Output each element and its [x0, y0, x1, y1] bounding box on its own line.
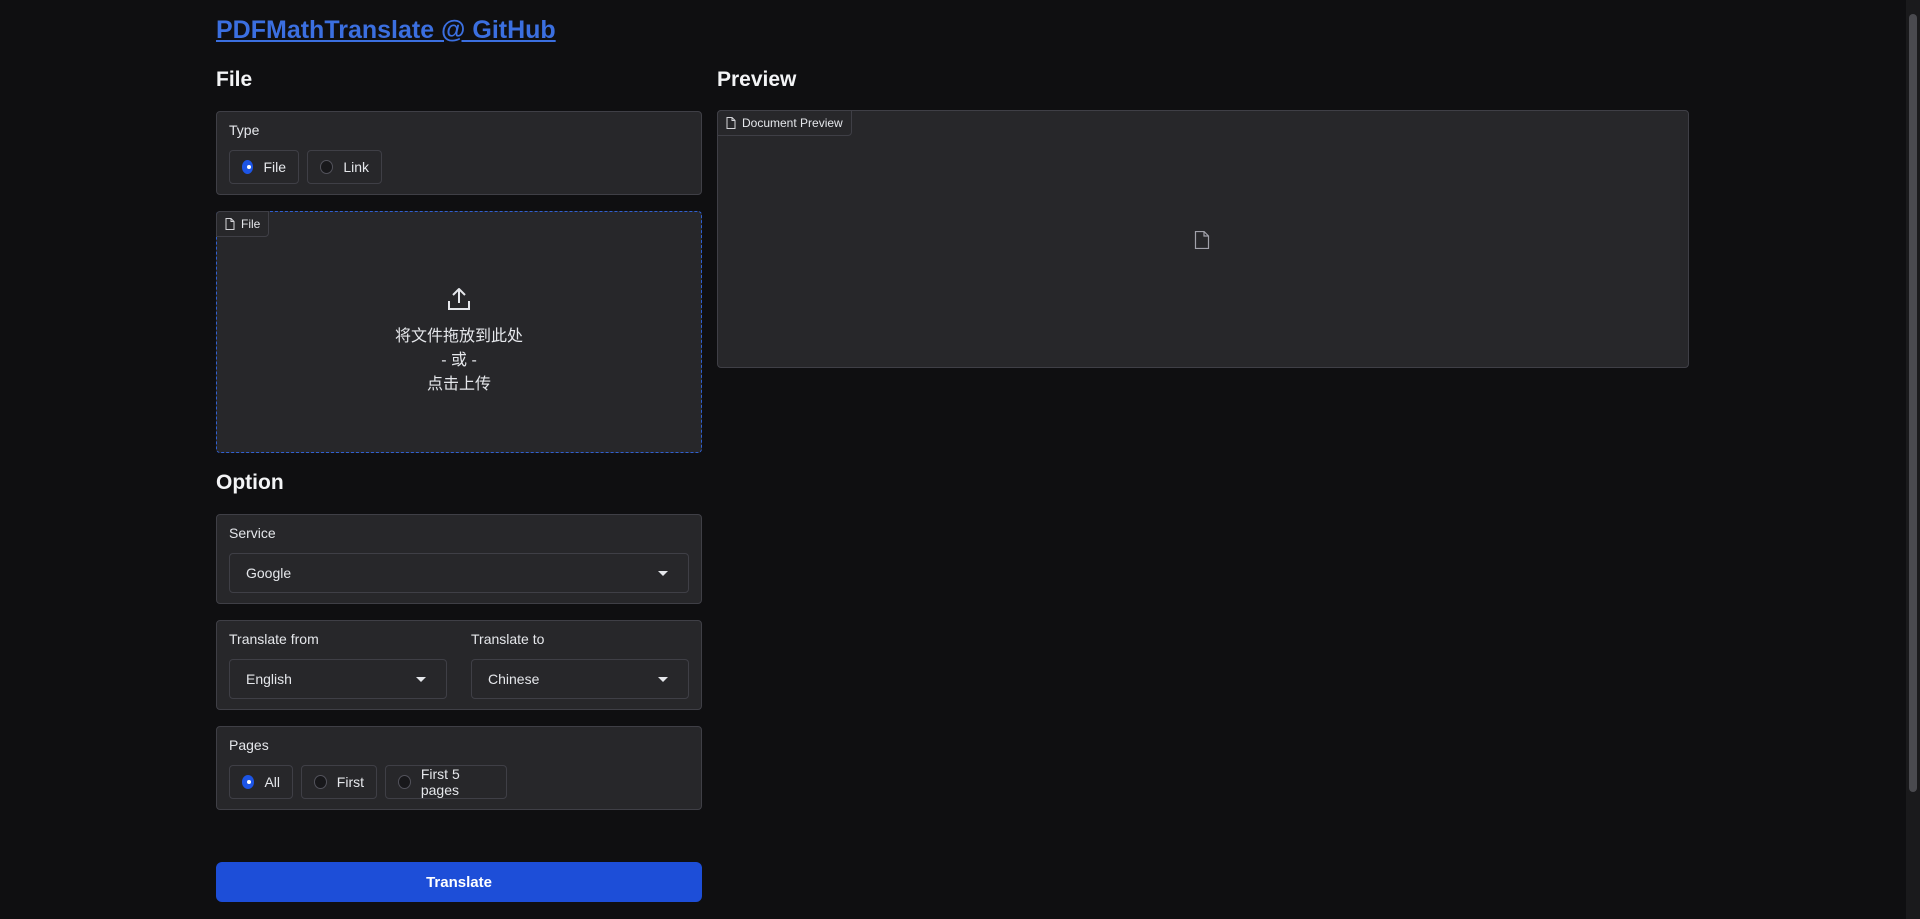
option-section-title: Option [216, 471, 284, 494]
pages-panel: Pages All First First 5 pages [216, 726, 702, 810]
type-radio-file[interactable]: File [229, 150, 299, 184]
file-icon [225, 218, 235, 230]
file-upload-tag-label: File [241, 217, 261, 231]
type-label: Type [229, 122, 260, 138]
type-panel: Type File Link [216, 111, 702, 195]
preview-section-title: Preview [717, 68, 797, 91]
caret-down-icon [658, 571, 668, 576]
page-scrollbar[interactable] [1906, 0, 1920, 919]
file-upload-tag: File [216, 211, 270, 237]
upload-icon [448, 288, 470, 310]
translate-button[interactable]: Translate [216, 862, 702, 902]
pages-radio-first-5[interactable]: First 5 pages [385, 765, 507, 799]
radio-checked-icon [242, 160, 254, 174]
pages-radio-first[interactable]: First [301, 765, 377, 799]
language-panel: Translate from Translate to English Chin… [216, 620, 702, 710]
pages-label: Pages [229, 737, 269, 753]
type-radio-file-label: File [263, 159, 286, 175]
scrollbar-thumb[interactable] [1909, 14, 1917, 792]
pages-radio-all[interactable]: All [229, 765, 293, 799]
radio-unchecked-icon [314, 775, 327, 789]
document-preview-panel: Document Preview [717, 110, 1689, 368]
github-title-link[interactable]: PDFMathTranslate @ GitHub [216, 16, 556, 45]
file-icon [726, 117, 736, 129]
radio-unchecked-icon [320, 160, 334, 174]
radio-checked-icon [242, 775, 255, 789]
service-panel: Service Google [216, 514, 702, 604]
document-preview-tag-label: Document Preview [742, 116, 843, 130]
service-select-value: Google [246, 565, 292, 581]
service-select[interactable]: Google [229, 553, 689, 593]
file-section-title: File [216, 68, 253, 91]
translate-to-value: Chinese [488, 671, 540, 687]
translate-to-select[interactable]: Chinese [471, 659, 689, 699]
click-upload-text: 点击上传 [426, 376, 491, 393]
pages-radio-all-label: All [264, 774, 280, 790]
translate-to-label: Translate to [471, 631, 545, 647]
drop-text: 将文件拖放到此处 [394, 328, 523, 345]
caret-down-icon [416, 677, 426, 682]
radio-unchecked-icon [398, 775, 411, 789]
file-upload-dropzone[interactable]: File 将文件拖放到此处 - 或 - 点击上传 [216, 211, 702, 453]
translate-from-value: English [246, 671, 292, 687]
type-radio-link-label: Link [343, 159, 369, 175]
empty-document-icon [1194, 231, 1210, 249]
translate-from-select[interactable]: English [229, 659, 447, 699]
type-radio-link[interactable]: Link [307, 150, 382, 184]
document-preview-tag: Document Preview [717, 110, 852, 136]
or-text: - 或 - [441, 352, 477, 369]
pages-radio-first-5-label: First 5 pages [420, 766, 460, 798]
caret-down-icon [658, 677, 668, 682]
translate-from-label: Translate from [229, 631, 319, 647]
pages-radio-first-label: First [336, 774, 364, 790]
service-label: Service [229, 525, 276, 541]
